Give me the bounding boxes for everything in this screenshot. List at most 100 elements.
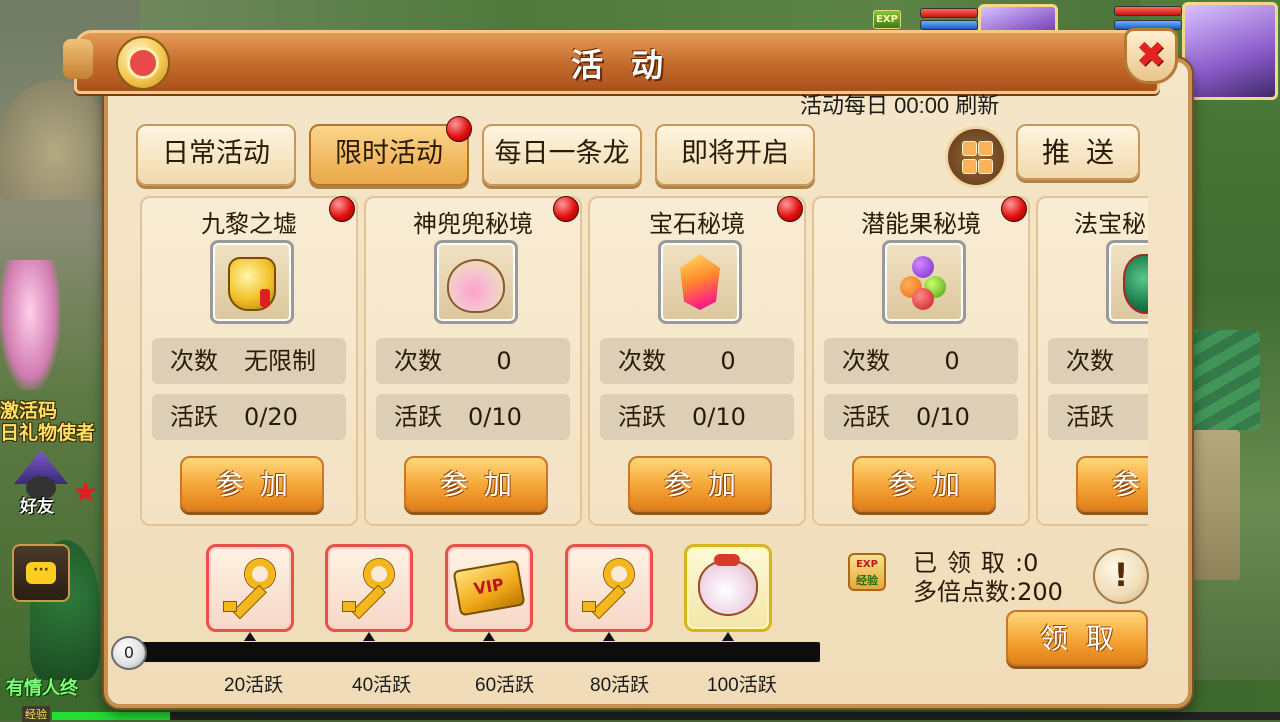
active-row: 活跃 0/10 [600, 394, 794, 440]
active-label: 活跃 [842, 403, 890, 431]
close-button[interactable]: ✖ [1124, 28, 1178, 84]
exclamation-icon: ! [1113, 556, 1129, 594]
claim-button[interactable]: 领取 [1006, 610, 1148, 666]
milestone-pointer [722, 632, 734, 641]
milestone-label: 40活跃 [352, 675, 412, 696]
activity-name: 神兜兜秘境 [413, 210, 533, 238]
reward-chest-100[interactable] [684, 544, 772, 632]
activity-icon-frame[interactable] [434, 240, 518, 324]
activity-card: 神兜兜秘境 次数 0 活跃 0/10 参加 [364, 196, 582, 526]
active-value: 0/10 [692, 403, 746, 431]
join-button[interactable]: 参加 [404, 456, 548, 512]
join-button[interactable]: 参加 [180, 456, 324, 512]
gourd-icon [1117, 251, 1148, 314]
exp-progress-strip [52, 712, 1280, 720]
active-label: 活跃 [618, 403, 666, 431]
activity-icon-frame[interactable] [210, 240, 294, 324]
activity-card: 法宝秘 次数 活跃 参加 [1036, 196, 1148, 526]
activity-card: 宝石秘境 次数 0 活跃 0/10 参加 [588, 196, 806, 526]
progress-value-knob: 0 [111, 636, 147, 670]
active-row: 活跃 0/10 [824, 394, 1018, 440]
activity-card: 九黎之墟 次数 无限制 活跃 0/20 参加 [140, 196, 358, 526]
chat-bubble-icon: ··· [26, 562, 56, 584]
activity-name: 九黎之墟 [201, 210, 297, 238]
friends-button[interactable]: 好友 [8, 450, 80, 520]
count-value: 0 [496, 347, 512, 375]
exp-progress-fill [52, 712, 170, 720]
active-value: 0/10 [468, 403, 522, 431]
tab-notification-badge [446, 116, 472, 142]
dialog-title-bar: 活动 [63, 30, 1171, 94]
milestone-label: 60活跃 [475, 675, 535, 696]
chat-button[interactable]: ··· [12, 544, 70, 602]
activity-name: 法宝秘 [1074, 210, 1146, 238]
fruit-icon [893, 251, 955, 313]
active-value: 0/10 [916, 403, 970, 431]
close-icon: ✖ [1135, 35, 1167, 76]
join-button[interactable]: 参加 [628, 456, 772, 512]
star-icon: ★ [72, 475, 99, 510]
active-value: 0/20 [244, 403, 298, 431]
dialog-title: 活动 [570, 46, 691, 84]
activity-icon-frame[interactable] [1106, 240, 1148, 324]
count-row: 次数 [1048, 338, 1148, 384]
active-label: 活跃 [170, 403, 218, 431]
milestone-label: 100活跃 [707, 675, 777, 696]
count-label: 次数 [842, 347, 890, 375]
exp-tag: EXP [873, 10, 901, 29]
count-value: 无限制 [244, 347, 316, 375]
golden-key-icon [219, 557, 281, 620]
activity-notification-badge [777, 196, 803, 222]
quest-hint-text[interactable]: 有情人终 [6, 674, 78, 700]
player-hp-bar [1114, 6, 1182, 16]
tab-coming-soon[interactable]: 即将开启 [655, 124, 815, 186]
help-button[interactable]: ! [1093, 548, 1149, 604]
friends-label: 好友 [20, 497, 54, 517]
tab-daily-dragon[interactable]: 每日一条龙 [482, 124, 642, 186]
reward-chest-80[interactable] [565, 544, 653, 632]
push-button[interactable]: 推送 [1016, 124, 1140, 180]
milestone-pointer [244, 632, 256, 641]
exp-bonus-icon[interactable]: EXP 经验 [848, 553, 886, 591]
gift-envoy-label[interactable]: 日礼物使者 [0, 418, 95, 445]
reward-chest-20[interactable] [206, 544, 294, 632]
multiplier-line: 多倍点数:200 [913, 572, 1063, 607]
tab-label: 日常活动 [162, 138, 270, 169]
tab-label: 即将开启 [681, 138, 789, 169]
world-character [0, 260, 60, 390]
gem-icon [669, 251, 731, 313]
activity-icon-frame[interactable] [882, 240, 966, 324]
target-mp-bar [920, 20, 978, 30]
target-hp-bar [920, 8, 978, 18]
milestone-label: 20活跃 [224, 675, 284, 696]
pink-pouch-icon [445, 251, 507, 313]
join-button[interactable]: 参加 [852, 456, 996, 512]
active-row: 活跃 0/20 [152, 394, 346, 440]
player-avatar[interactable] [1182, 2, 1278, 100]
tab-label: 限时活动 [335, 138, 443, 169]
milestone-pointer [363, 632, 375, 641]
activity-card-list[interactable]: 九黎之墟 次数 无限制 活跃 0/20 参加 神兜兜秘境 次数 0 活跃 0/1… [136, 196, 1148, 530]
grid-icon [961, 140, 993, 174]
tab-limited-activities[interactable]: 限时活动 [309, 124, 469, 186]
active-row: 活跃 0/10 [376, 394, 570, 440]
count-label: 次数 [618, 347, 666, 375]
golden-key-icon [578, 557, 640, 620]
count-row: 次数 0 [376, 338, 570, 384]
tab-daily-activities[interactable]: 日常活动 [136, 124, 296, 186]
vip-card-icon: VIP [452, 559, 526, 617]
multiplier-label: 多倍点数 [913, 578, 1009, 606]
golden-lock-icon [221, 251, 283, 313]
active-label: 活跃 [1066, 403, 1114, 431]
reward-chest-60[interactable]: VIP [445, 544, 533, 632]
count-row: 次数 无限制 [152, 338, 346, 384]
multiplier-value: :200 [1009, 578, 1063, 606]
join-button[interactable]: 参加 [1076, 456, 1148, 512]
activity-card: 潜能果秘境 次数 0 活跃 0/10 参加 [812, 196, 1030, 526]
daily-refresh-note: 活动每日 00:00 刷新 [800, 93, 1000, 118]
count-label: 次数 [170, 347, 218, 375]
reward-chest-40[interactable] [325, 544, 413, 632]
activity-icon-frame[interactable] [658, 240, 742, 324]
count-row: 次数 0 [824, 338, 1018, 384]
grid-menu-button[interactable] [945, 126, 1007, 188]
